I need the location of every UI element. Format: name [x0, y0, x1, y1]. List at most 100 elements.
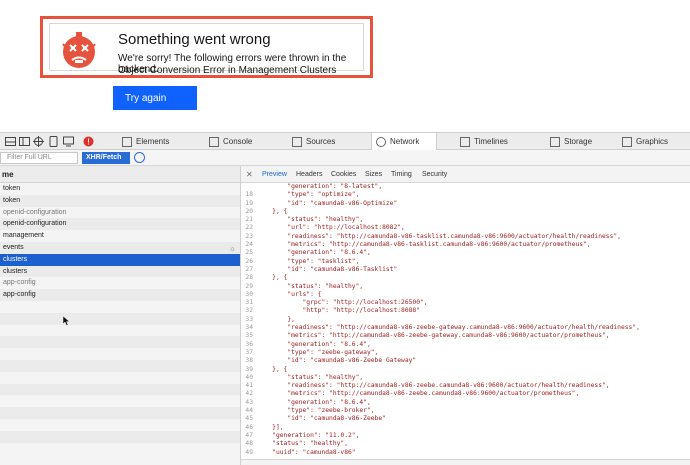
filter-toggle-icon[interactable]: [134, 152, 145, 163]
line-text: "status": "healthy",: [257, 440, 348, 448]
line-number: 43: [245, 398, 253, 406]
empty-row: [0, 348, 240, 360]
tab-label: Timelines: [474, 137, 508, 146]
code-line: 31 "grpc": "http://localhost:26500",: [241, 299, 690, 307]
line-text: "generation": "8.6.4",: [257, 249, 371, 257]
line-number: 35: [245, 332, 253, 340]
request-row[interactable]: clusters: [0, 265, 240, 278]
detail-tab-security[interactable]: Security: [422, 166, 447, 183]
line-number: 21: [245, 216, 253, 224]
crosshair-icon[interactable]: [33, 136, 44, 147]
code-line: 42 "metrics": "http://camunda8-v86-zeebe…: [241, 390, 690, 398]
line-number: 45: [245, 415, 253, 423]
sources-icon: [292, 136, 302, 147]
detail-tab-timing[interactable]: Timing: [391, 166, 412, 183]
line-text: "generation": "8.6.4",: [257, 398, 371, 406]
detail-tab-bar: ✕ Preview Headers Cookies Sizes Timing S…: [241, 166, 690, 183]
request-name: clusters: [3, 267, 28, 275]
tab-timelines[interactable]: Timelines: [456, 133, 520, 150]
code-line: 26 "type": "tasklist",: [241, 258, 690, 266]
line-number: 46: [245, 423, 253, 431]
request-row[interactable]: app-config: [0, 289, 240, 301]
line-text: "readiness": "http://camunda8-v86-taskli…: [257, 232, 621, 240]
code-line: 44 "type": "zeebe-broker",: [241, 407, 690, 415]
request-name: management: [3, 232, 44, 240]
empty-row: [0, 336, 240, 349]
detail-tab-sizes[interactable]: Sizes: [365, 166, 382, 183]
line-number: 28: [245, 274, 253, 282]
line-number: 25: [245, 249, 253, 257]
close-icon[interactable]: ✕: [246, 166, 253, 183]
try-again-button[interactable]: Try again: [113, 86, 197, 110]
tab-elements[interactable]: Elements: [118, 133, 182, 150]
filter-url-input[interactable]: Filter Full URL: [0, 152, 78, 164]
network-icon: [376, 136, 386, 147]
xhr-fetch-filter-button[interactable]: XHR/Fetch: [82, 152, 130, 164]
request-row[interactable]: openid-configuration: [0, 218, 240, 231]
screen-icon[interactable]: [63, 136, 74, 147]
request-name: token: [3, 185, 21, 192]
request-row[interactable]: clusters: [0, 253, 240, 266]
line-number: 34: [245, 324, 253, 332]
empty-row: [0, 325, 240, 337]
line-number: 18: [245, 191, 253, 199]
code-line: 49 "uuid": "camunda8-v86": [241, 449, 690, 457]
network-filter-bar: Filter Full URL XHR/Fetch: [0, 150, 690, 166]
request-row[interactable]: token: [0, 183, 240, 195]
line-text: "type": "zeebe-gateway",: [257, 348, 379, 356]
code-line: 48 "status": "healthy",: [241, 440, 690, 448]
empty-row: [0, 301, 240, 313]
dead-robot-icon: [62, 32, 96, 68]
request-rows: token token openid-configuration openid-con…: [0, 183, 240, 443]
line-number: 23: [245, 232, 253, 240]
code-line: 30 "urls": {: [241, 291, 690, 299]
tab-graphics[interactable]: Graphics: [618, 133, 688, 150]
code-line: 21 "status": "healthy",: [241, 216, 690, 224]
empty-row: [0, 372, 240, 384]
tab-network[interactable]: Network: [371, 133, 437, 150]
line-text: "readiness": "http://camunda8-v86-zeebe-…: [257, 324, 640, 332]
empty-row: [0, 359, 240, 372]
name-column-header[interactable]: me: [0, 166, 240, 183]
request-row[interactable]: openid-configuration: [0, 207, 240, 219]
error-title: Something went wrong: [118, 31, 271, 48]
tab-sources[interactable]: Sources: [288, 133, 352, 150]
devtools-tab-bar: Elements Console Sources Network Timelin…: [0, 132, 690, 150]
request-name: app-config: [3, 279, 36, 287]
request-row[interactable]: app-config: [0, 277, 240, 289]
line-text: "grpc": "http://localhost:26500",: [257, 299, 428, 307]
tab-storage[interactable]: Storage: [546, 133, 606, 150]
request-row[interactable]: management: [0, 230, 240, 242]
code-line: 24 "metrics": "http://camunda8-v86-taskl…: [241, 241, 690, 249]
code-line: 19 "id": "camunda8-v86-Optimize": [241, 200, 690, 208]
line-text: "metrics": "http://camunda8-v86-zeebe-ga…: [257, 332, 610, 340]
line-number: 29: [245, 282, 253, 290]
tab-label: Console: [223, 137, 253, 146]
detail-tab-cookies[interactable]: Cookies: [331, 166, 356, 183]
request-name: clusters: [3, 255, 28, 263]
line-text: "urls": {: [257, 290, 322, 298]
detail-tab-preview[interactable]: Preview: [262, 166, 287, 183]
line-text: "http": "http://localhost:8088": [257, 307, 421, 315]
empty-row: [0, 383, 240, 396]
empty-row: [0, 395, 240, 407]
request-row[interactable]: token: [0, 194, 240, 207]
line-number: 39: [245, 365, 253, 373]
code-line: "generation": "8-latest",: [241, 183, 690, 191]
line-number: 19: [245, 199, 253, 207]
tab-console[interactable]: Console: [205, 133, 269, 150]
request-row[interactable]: events ☼: [0, 241, 240, 254]
app-area: Something went wrong We're sorry! The fo…: [0, 0, 690, 132]
detail-tab-headers[interactable]: Headers: [296, 166, 322, 183]
line-text: "type": "tasklist",: [257, 257, 360, 265]
dock-icon[interactable]: [5, 136, 16, 147]
code-line: 40 "status": "healthy",: [241, 374, 690, 382]
code-line: 28 }, {: [241, 274, 690, 282]
line-text: "metrics": "http://camunda8-v86-tasklist…: [257, 241, 591, 249]
error-count-icon[interactable]: [83, 136, 94, 147]
dock-side-icon[interactable]: [19, 136, 30, 147]
device-icon[interactable]: [48, 136, 59, 147]
line-text: "type": "zeebe-broker",: [257, 407, 375, 415]
line-text: "id": "camunda8-v86-Zeebe Gateway": [257, 357, 417, 365]
code-line: 33 },: [241, 316, 690, 324]
